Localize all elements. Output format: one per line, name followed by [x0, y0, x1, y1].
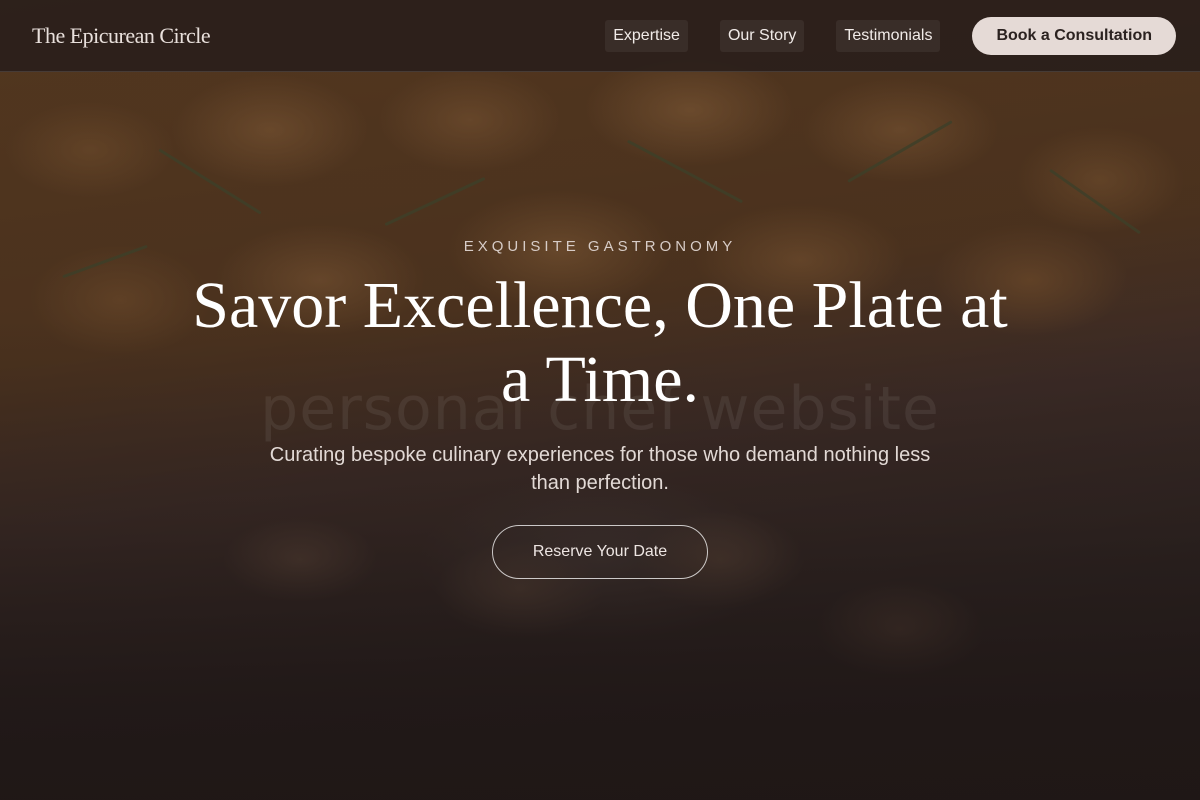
hero-eyebrow: EXQUISITE GASTRONOMY: [463, 238, 737, 255]
page: personal chef website The Epicurean Circ…: [0, 0, 1200, 800]
brand-logo[interactable]: The Epicurean Circle: [32, 23, 211, 49]
main-nav: Expertise Our Story Testimonials Book a …: [573, 16, 1176, 55]
hero-subhead: Curating bespoke culinary experiences fo…: [269, 444, 931, 494]
hero-cta-wrap: Reserve Your Date: [0, 525, 1200, 579]
hero-headline: Savor Excellence, One Plate at a Time.: [192, 269, 1008, 416]
nav-link-testimonials[interactable]: Testimonials: [836, 19, 941, 52]
hero-content: EXQUISITE GASTRONOMY Savor Excellence, O…: [0, 238, 1200, 579]
nav-link-our-story[interactable]: Our Story: [719, 19, 805, 52]
site-header: The Epicurean Circle Expertise Our Story…: [0, 0, 1200, 72]
nav-link-expertise[interactable]: Expertise: [605, 19, 688, 52]
book-consultation-button[interactable]: Book a Consultation: [972, 16, 1176, 55]
reserve-date-button[interactable]: Reserve Your Date: [491, 525, 709, 579]
